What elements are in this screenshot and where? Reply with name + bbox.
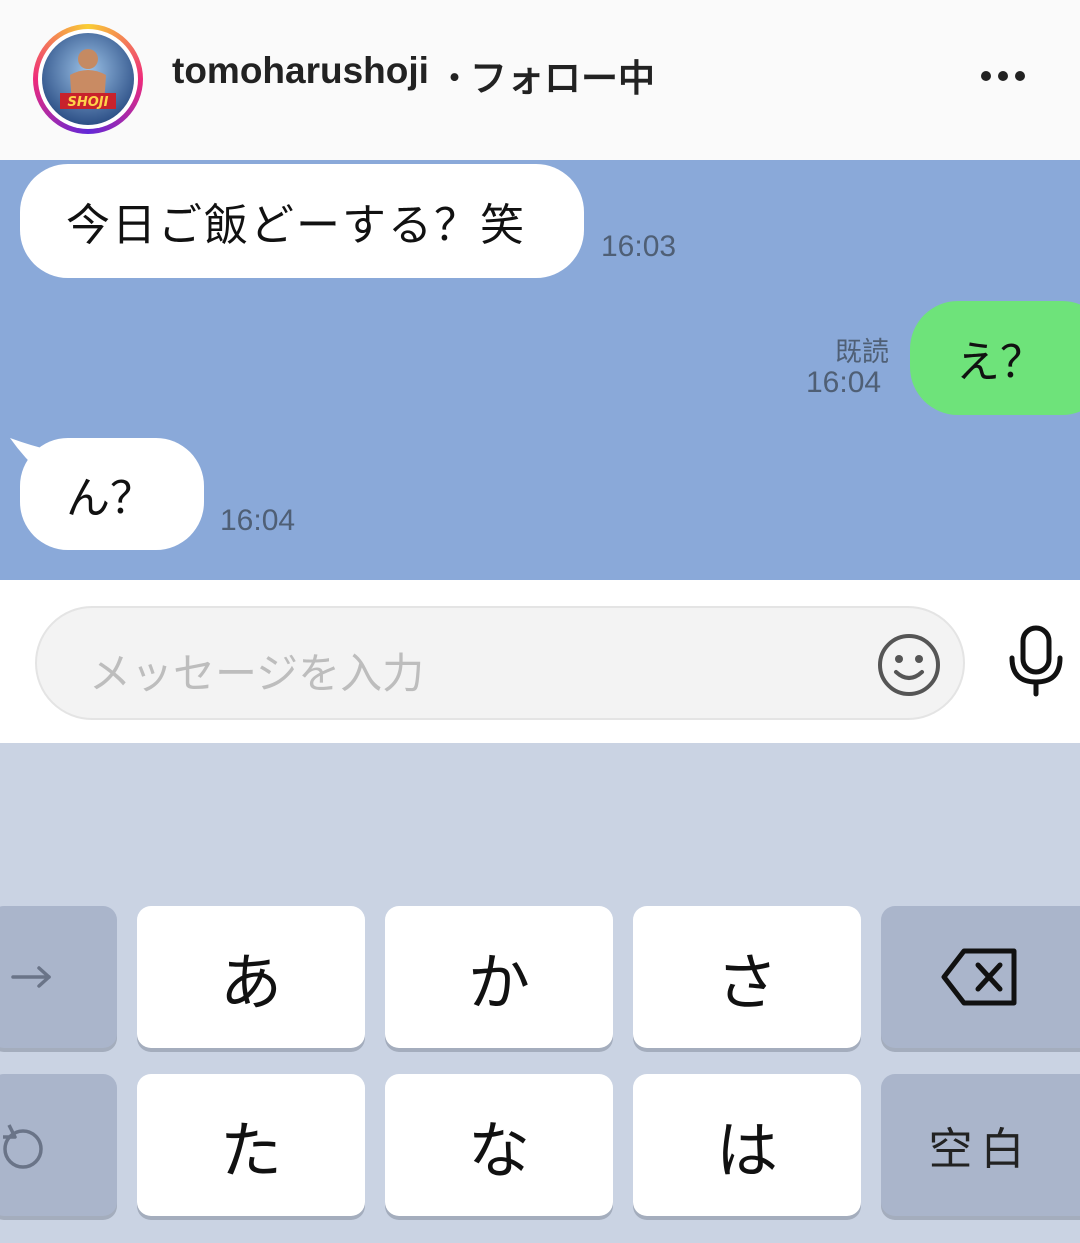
svg-text:SHOJI: SHOJI xyxy=(68,95,109,110)
input-bar: メッセージを入力 xyxy=(0,580,1080,743)
keyboard: あ か さ た な は 空白 xyxy=(0,743,1080,1243)
message-bubble-incoming[interactable]: ん？ xyxy=(20,438,204,550)
chat-area: 今日ご飯どーする？笑 16:03 既読 16:04 え？ ん？ 16:04 xyxy=(0,160,1080,580)
message-time: 16:04 xyxy=(806,366,882,399)
separator-dot: ・ xyxy=(436,57,473,100)
message-time: 16:03 xyxy=(601,230,677,263)
arrow-right-icon xyxy=(10,966,51,988)
key-sa[interactable]: さ xyxy=(633,906,861,1048)
message-time: 16:04 xyxy=(220,504,296,537)
username[interactable]: tomoharushoji xyxy=(172,50,429,92)
message-text: え？ xyxy=(956,337,1044,388)
chat-header: SHOJI tomoharushoji ・ フォロー中 xyxy=(0,0,1080,160)
smiley-icon[interactable] xyxy=(876,632,942,698)
key-na[interactable]: な xyxy=(385,1074,613,1216)
ellipsis-horizontal-icon[interactable] xyxy=(978,66,1028,86)
message-bubble-incoming[interactable]: 今日ご飯どーする？笑 xyxy=(20,164,584,278)
key-ka[interactable]: か xyxy=(385,906,613,1048)
backspace-key[interactable] xyxy=(881,906,1080,1048)
read-receipt: 既読 xyxy=(835,337,889,368)
arrow-key[interactable] xyxy=(0,906,117,1048)
key-ta[interactable]: た xyxy=(137,1074,365,1216)
avatar[interactable]: SHOJI xyxy=(33,24,143,134)
message-text: ん？ xyxy=(66,473,154,524)
space-key[interactable]: 空白 xyxy=(881,1074,1080,1216)
key-ha[interactable]: は xyxy=(633,1074,861,1216)
undo-icon xyxy=(2,1124,43,1169)
message-bubble-outgoing[interactable]: え？ xyxy=(910,301,1080,415)
space-label: 空白 xyxy=(928,1124,1033,1175)
backspace-icon xyxy=(941,948,1016,1006)
undo-key[interactable] xyxy=(0,1074,117,1216)
message-text: 今日ご飯どーする？笑 xyxy=(66,200,526,251)
follow-status[interactable]: フォロー中 xyxy=(470,48,655,102)
message-input[interactable]: メッセージを入力 xyxy=(35,606,965,720)
key-a[interactable]: あ xyxy=(137,906,365,1048)
microphone-icon[interactable] xyxy=(1006,624,1066,698)
input-placeholder: メッセージを入力 xyxy=(89,649,425,698)
